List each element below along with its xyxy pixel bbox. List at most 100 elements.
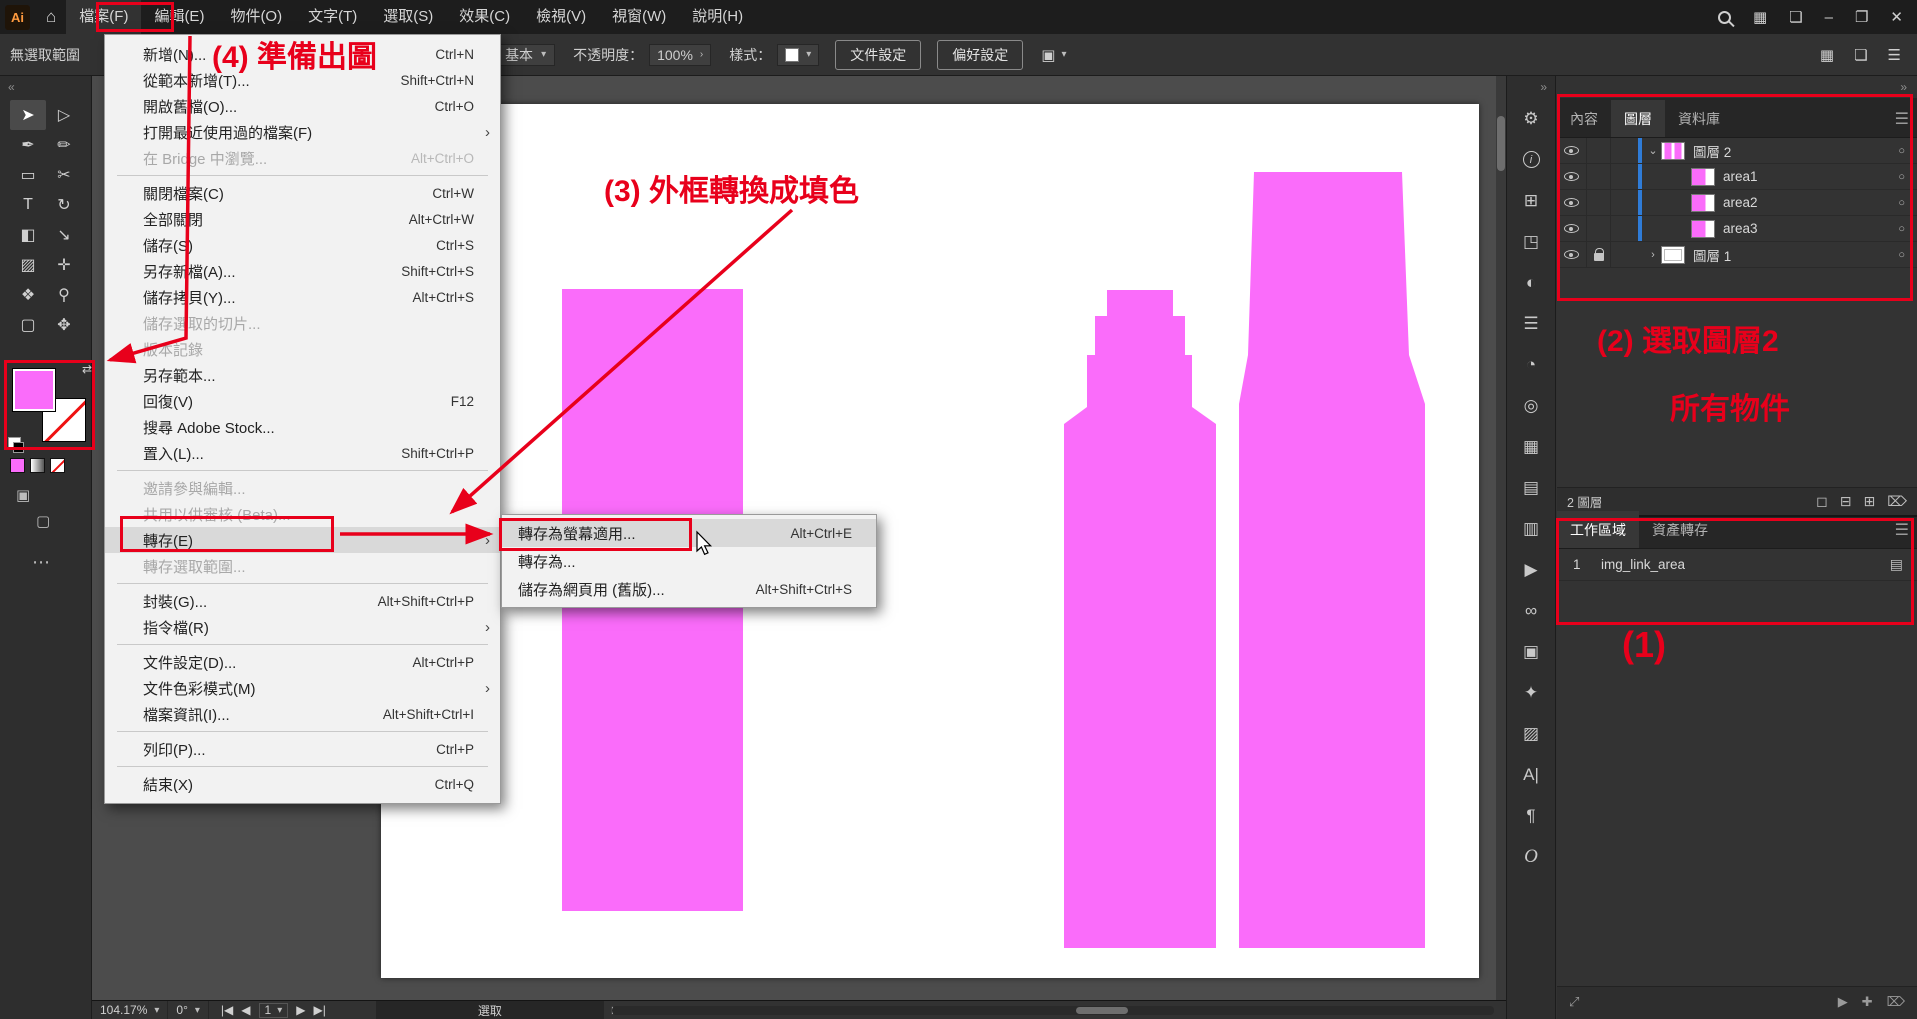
menu-help[interactable]: 說明(H) [679,0,756,34]
menu-item-save[interactable]: 儲存(S)Ctrl+S [105,232,500,258]
new-artboard-icon[interactable]: ✚ [1862,994,1873,1010]
magenta-bottle-shape-large[interactable] [1239,172,1425,948]
dock-icon[interactable]: ❏ [1854,46,1867,64]
brush-definition-dropdown[interactable]: 基本▾ [496,44,555,66]
gradient-panel-icon[interactable]: ▨ [1507,713,1555,754]
panel-flyout-menu-icon[interactable]: ☰ [1887,520,1917,548]
gradient-mode-button[interactable] [30,458,45,473]
menu-file[interactable]: 檔案(F) [66,0,141,34]
panel-flyout-menu-icon[interactable]: ☰ [1887,109,1917,137]
eraser-tool[interactable]: ◧ [10,220,46,250]
menu-item-document-setup[interactable]: 文件設定(D)...Alt+Ctrl+P [105,649,500,675]
target-panel-icon[interactable]: ◎ [1507,385,1555,426]
gear-panel-icon[interactable]: ⚙ [1507,98,1555,139]
restore-icon[interactable]: ❐ [1855,8,1868,26]
color-panel-icon[interactable]: ◔ [1507,344,1555,385]
symbols-panel-icon[interactable]: ∞ [1507,590,1555,631]
menu-item-save-for-web-legacy[interactable]: 儲存為網頁用 (舊版)...Alt+Shift+Ctrl+S [502,575,876,603]
visibility-toggle[interactable] [1557,242,1587,267]
target-circle-icon[interactable]: ○ [1898,223,1905,235]
menu-edit[interactable]: 編輯(E) [141,0,217,34]
draw-mode-icon[interactable]: ▣ [16,486,30,504]
horizontal-scrollbar-thumb[interactable] [1076,1007,1128,1014]
layer-row-layer1[interactable]: › 圖層 1 ○ [1557,242,1917,268]
menu-item-new[interactable]: 新增(N)...Ctrl+N [105,41,500,67]
scissors-tool[interactable]: ✂ [46,160,82,190]
layer-row-area1[interactable]: ⌄ area1 ○ [1557,164,1917,190]
artboard-tool[interactable]: ▢ [10,310,46,340]
lock-toggle[interactable] [1587,138,1611,163]
menu-item-revert[interactable]: 回復(V)F12 [105,388,500,414]
object-thumbnail[interactable] [1691,194,1715,212]
type-tool[interactable]: T [10,190,46,220]
menu-item-place[interactable]: 置入(L)...Shift+Ctrl+P [105,440,500,466]
fill-swatch[interactable] [12,368,56,412]
workspace-grid-icon[interactable]: ▦ [1753,8,1767,26]
visibility-toggle[interactable] [1557,164,1587,189]
delete-layer-icon[interactable]: ⌦ [1887,493,1907,510]
object-name[interactable]: area2 [1723,195,1758,210]
close-icon[interactable]: ✕ [1890,8,1903,26]
object-thumbnail[interactable] [1691,168,1715,186]
gradient-tool[interactable]: ▨ [10,250,46,280]
direct-selection-tool[interactable]: ▷ [46,100,82,130]
move-up-icon[interactable]: ▶ [1838,994,1848,1010]
paragraph-panel-icon[interactable]: ¶ [1507,795,1555,836]
rectangle-tool[interactable]: ▭ [10,160,46,190]
screen-mode-icon[interactable]: ▢ [36,512,50,530]
tab-asset-export[interactable]: 資產轉存 [1639,511,1721,548]
first-artboard-icon[interactable]: |◀ [221,1003,233,1017]
scale-preview-icon[interactable]: ⤢ [1569,994,1579,1010]
scale-tool[interactable]: ↘ [46,220,82,250]
tab-layers[interactable]: 圖層 [1611,100,1665,137]
lock-toggle[interactable] [1587,190,1611,215]
document-setup-button[interactable]: 文件設定 [835,40,921,70]
eyedropper-tool[interactable]: ✛ [46,250,82,280]
expand-panels-icon[interactable]: » [1540,80,1547,94]
layer-thumbnail[interactable] [1661,142,1685,160]
menu-item-export-as[interactable]: 轉存為... [502,547,876,575]
export-panel-icon[interactable]: ▣ [1507,631,1555,672]
pencil-tool[interactable]: ✏ [46,130,82,160]
hand-tool[interactable]: ✥ [46,310,82,340]
menu-item-export-for-screens[interactable]: 轉存為螢幕適用...Alt+Ctrl+E [502,519,876,547]
menu-item-save-as[interactable]: 另存新檔(A)...Shift+Ctrl+S [105,258,500,284]
appearance-panel-icon[interactable]: ◐ [1507,262,1555,303]
chevron-right-icon[interactable]: › [1645,249,1661,261]
edit-toolbar-icon[interactable]: ⋯ [32,552,50,573]
menu-item-save-as-template[interactable]: 另存範本... [105,362,500,388]
lock-toggle[interactable] [1587,242,1611,267]
menu-item-open[interactable]: 開啟舊檔(O)...Ctrl+O [105,93,500,119]
menu-item-print[interactable]: 列印(P)...Ctrl+P [105,736,500,762]
lock-toggle[interactable] [1587,216,1611,241]
menu-window[interactable]: 視窗(W) [599,0,679,34]
last-artboard-icon[interactable]: ▶| [313,1003,325,1017]
make-mask-icon[interactable]: ◻ [1816,493,1828,510]
menu-item-package[interactable]: 封裝(G)...Alt+Shift+Ctrl+P [105,588,500,614]
visibility-toggle[interactable] [1557,216,1587,241]
vertical-scrollbar-thumb[interactable] [1497,116,1505,171]
layer-row-area3[interactable]: ⌄ area3 ○ [1557,216,1917,242]
menu-item-export[interactable]: 轉存(E)› [105,527,500,553]
next-artboard-icon[interactable]: ▶ [296,1003,305,1017]
prev-artboard-icon[interactable]: ◀ [241,1003,250,1017]
dock-panels-icon[interactable]: ❏ [1789,8,1802,26]
minimize-icon[interactable]: – [1825,9,1833,26]
menu-object[interactable]: 物件(O) [217,0,295,34]
artboard-name[interactable]: img_link_area [1601,557,1685,572]
swap-fill-stroke-icon[interactable]: ⇄ [82,362,92,376]
lock-toggle[interactable] [1587,164,1611,189]
horizontal-scrollbar[interactable] [612,1006,1494,1015]
layer-name[interactable]: 圖層 1 [1693,245,1731,265]
none-mode-button[interactable] [50,458,65,473]
object-name[interactable]: area1 [1723,169,1758,184]
opentype-panel-icon[interactable]: O [1507,836,1555,877]
menu-type[interactable]: 文字(T) [295,0,370,34]
home-icon[interactable]: ⌂ [36,7,66,27]
panel-menu-icon[interactable]: ☰ [1888,46,1901,64]
graphic-styles-panel-icon[interactable]: ▤ [1507,467,1555,508]
menu-item-close-all[interactable]: 全部關閉Alt+Ctrl+W [105,206,500,232]
default-fill-stroke-icon[interactable] [8,437,21,450]
delete-artboard-icon[interactable]: ⌦ [1887,994,1905,1010]
info-panel-icon[interactable]: i [1507,139,1555,180]
